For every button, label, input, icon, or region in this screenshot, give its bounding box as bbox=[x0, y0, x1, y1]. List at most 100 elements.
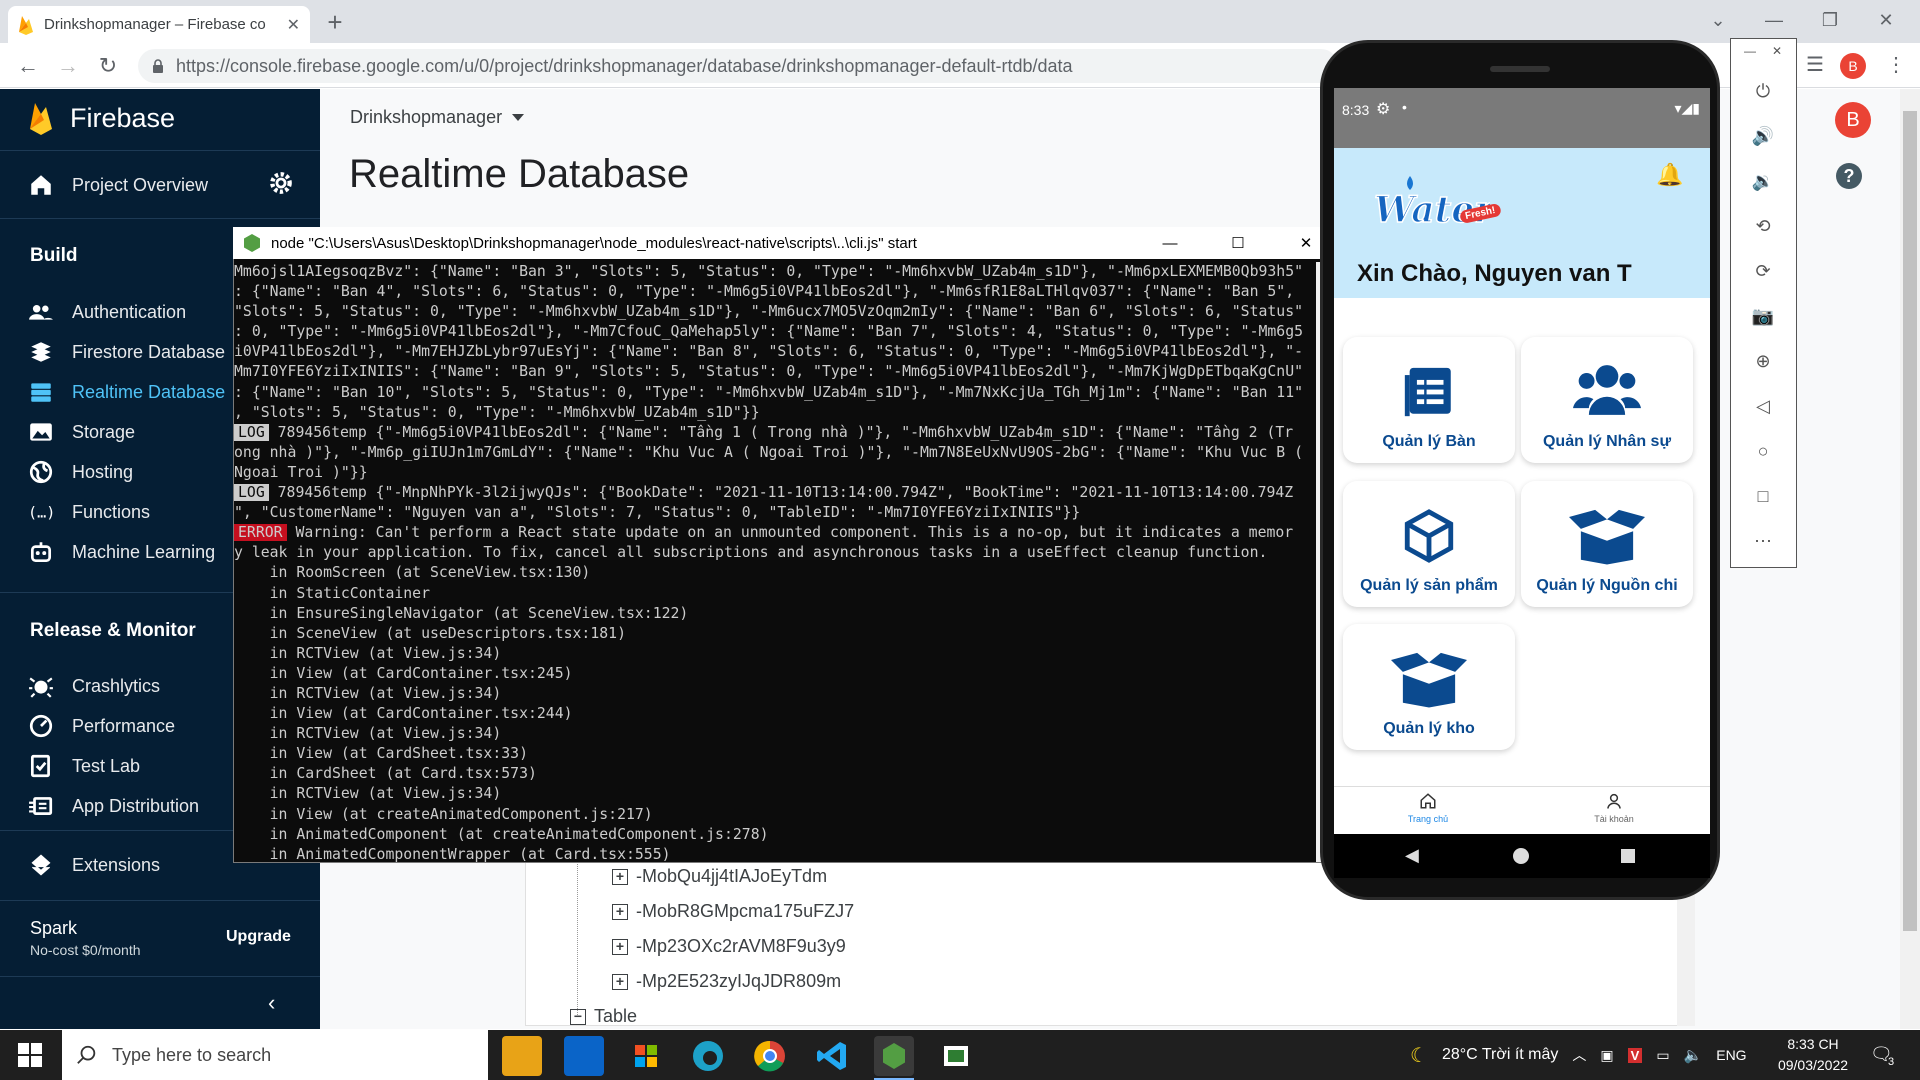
nav-home[interactable]: Trang chủ bbox=[1368, 792, 1488, 824]
sidebar-item-realtime-database[interactable]: Realtime Database bbox=[28, 377, 225, 407]
restore-button[interactable]: ❐ bbox=[1802, 0, 1858, 40]
sidebar-item-firestore[interactable]: Firestore Database bbox=[28, 337, 225, 367]
vscode-icon[interactable] bbox=[812, 1036, 852, 1076]
terminal-maximize-button[interactable]: ☐ bbox=[1209, 234, 1267, 252]
tab-search-icon[interactable]: ⌄ bbox=[1690, 0, 1746, 40]
tree-node[interactable]: + -MobQu4jj4tIAJoEyTdm bbox=[612, 866, 827, 887]
rotate-right-icon[interactable]: ⟳ bbox=[1748, 256, 1778, 286]
terminal-line-text: "Slots": 5, "Status": 0, "Type": "-Mm6hx… bbox=[234, 303, 1304, 321]
account-avatar[interactable]: B bbox=[1835, 102, 1871, 138]
android-back-icon[interactable]: ◀ bbox=[1405, 845, 1419, 866]
settings-gear-icon[interactable] bbox=[268, 170, 298, 200]
emulator-close-icon[interactable]: ✕ bbox=[1772, 44, 1782, 58]
card-manage-products[interactable]: Quản lý sản phẩm bbox=[1343, 481, 1515, 607]
sidebar-item-label: Realtime Database bbox=[72, 381, 226, 402]
store-icon[interactable] bbox=[626, 1036, 666, 1076]
sidebar-item-hosting[interactable]: Hosting bbox=[28, 457, 133, 487]
expand-icon[interactable]: + bbox=[612, 973, 628, 990]
terminal-line-text: ong nhà )"}, "-Mm6p_giIUJn1m7GmLdY": {"N… bbox=[234, 443, 1304, 461]
camera-icon[interactable]: 📷 bbox=[1748, 301, 1778, 331]
profile-avatar[interactable]: B bbox=[1840, 53, 1866, 79]
terminal-titlebar[interactable]: node "C:\Users\Asus\Desktop\Drinkshopman… bbox=[233, 227, 1335, 259]
battery-icon[interactable]: ▭ bbox=[1656, 1047, 1669, 1064]
reading-list-icon[interactable]: ☰ bbox=[1800, 50, 1830, 80]
tree-node[interactable]: + -Mp23OXc2rAVM8F9u3y9 bbox=[612, 936, 846, 957]
more-icon[interactable]: ⋯ bbox=[1748, 526, 1778, 556]
sidebar-item-storage[interactable]: Storage bbox=[28, 417, 135, 447]
expand-icon[interactable]: + bbox=[612, 868, 628, 885]
firebase-brand[interactable]: Firebase bbox=[28, 101, 175, 135]
expand-icon[interactable]: + bbox=[612, 938, 628, 955]
windows-start-icon[interactable] bbox=[18, 1043, 42, 1067]
back-button[interactable]: ← bbox=[12, 50, 44, 82]
mail-icon[interactable] bbox=[564, 1036, 604, 1076]
terminal-line-text: : {"Name": "Ban 10", "Slots": 5, "Status… bbox=[234, 383, 1304, 401]
card-manage-expenses[interactable]: Quản lý Nguồn chi bbox=[1521, 481, 1693, 607]
tray-chevron-icon[interactable]: ︿ bbox=[1572, 1045, 1586, 1065]
weather-text[interactable]: 28°C Trời ít mây bbox=[1442, 1046, 1558, 1064]
back-triangle-icon[interactable]: ◁ bbox=[1748, 391, 1778, 421]
overview-square-icon[interactable]: □ bbox=[1748, 481, 1778, 511]
sidebar-item-test-lab[interactable]: Test Lab bbox=[28, 751, 140, 781]
terminal-line: in AnimatedComponent (at createAnimatedC… bbox=[234, 825, 1316, 845]
project-selector[interactable]: Drinkshopmanager bbox=[350, 107, 525, 128]
reload-button[interactable]: ↻ bbox=[92, 50, 124, 82]
close-window-button[interactable]: ✕ bbox=[1858, 0, 1914, 40]
chrome-icon[interactable] bbox=[750, 1036, 790, 1076]
help-icon[interactable]: ? bbox=[1836, 163, 1862, 189]
sidebar-item-extensions[interactable]: Extensions bbox=[28, 850, 160, 880]
sidebar-item-crashlytics[interactable]: Crashlytics bbox=[28, 671, 160, 701]
meet-icon[interactable]: ▣ bbox=[1600, 1047, 1613, 1064]
sidebar-item-machine-learning[interactable]: Machine Learning bbox=[28, 537, 215, 567]
android-home-icon[interactable] bbox=[1513, 848, 1529, 864]
address-bar[interactable]: https://console.firebase.google.com/u/0/… bbox=[138, 49, 1338, 83]
home-circle-icon[interactable]: ○ bbox=[1748, 436, 1778, 466]
taskbar-search[interactable]: Type here to search bbox=[62, 1030, 488, 1080]
terminal-line: y leak in your application. To fix, canc… bbox=[234, 543, 1316, 563]
sidebar-item-app-distribution[interactable]: App Distribution bbox=[28, 791, 199, 821]
bell-icon[interactable]: 🔔 bbox=[1656, 162, 1683, 188]
collapse-icon[interactable]: − bbox=[570, 1008, 586, 1025]
terminal-output[interactable]: Mm6ojsl1AIegsoqzBvz": {"Name": "Ban 3", … bbox=[234, 262, 1316, 862]
tree-node-table[interactable]: − Table bbox=[570, 1006, 637, 1027]
volume-up-icon[interactable]: 🔊 bbox=[1748, 121, 1778, 151]
card-manage-tables[interactable]: Quản lý Bàn bbox=[1343, 337, 1515, 463]
tree-node[interactable]: + -Mp2E523zyIJqJDR809m bbox=[612, 971, 841, 992]
new-tab-button[interactable]: + bbox=[318, 8, 352, 38]
rotate-left-icon[interactable]: ⟲ bbox=[1748, 211, 1778, 241]
sidebar-item-performance[interactable]: Performance bbox=[28, 711, 175, 741]
emulator-taskbar-icon[interactable] bbox=[936, 1036, 976, 1076]
zoom-icon[interactable]: ⊕ bbox=[1748, 346, 1778, 376]
notification-count: 3 bbox=[1888, 1056, 1895, 1068]
file-explorer-icon[interactable] bbox=[502, 1036, 542, 1076]
sidebar-item-functions[interactable]: (…) Functions bbox=[28, 497, 150, 527]
upgrade-button[interactable]: Upgrade bbox=[226, 928, 291, 946]
sidebar-item-authentication[interactable]: Authentication bbox=[28, 297, 186, 327]
volume-down-icon[interactable]: 🔉 bbox=[1748, 166, 1778, 196]
edge-icon[interactable] bbox=[688, 1036, 728, 1076]
card-label: Quản lý sản phẩm bbox=[1360, 577, 1498, 594]
taskbar-clock[interactable]: 8:33 CH 09/03/2022 bbox=[1768, 1034, 1858, 1076]
sidebar-item-label: Firestore Database bbox=[72, 341, 226, 362]
nav-account[interactable]: Tài khoản bbox=[1554, 792, 1674, 824]
browser-menu-icon[interactable]: ⋮ bbox=[1884, 50, 1908, 80]
browser-tab[interactable]: Drinkshopmanager – Firebase co ✕ bbox=[8, 6, 310, 43]
card-manage-warehouse[interactable]: Quản lý kho bbox=[1343, 624, 1515, 750]
expand-icon[interactable]: + bbox=[612, 903, 628, 920]
terminal-minimize-button[interactable]: — bbox=[1141, 235, 1199, 252]
page-scrollbar[interactable] bbox=[1900, 89, 1920, 1029]
forward-button[interactable]: → bbox=[52, 50, 84, 82]
antivirus-icon[interactable]: V bbox=[1627, 1047, 1643, 1063]
emulator-minimize-icon[interactable]: — bbox=[1744, 44, 1756, 58]
power-icon[interactable]: ⏻ bbox=[1748, 76, 1778, 106]
minimize-button[interactable]: — bbox=[1746, 0, 1802, 40]
tab-close-icon[interactable]: ✕ bbox=[287, 15, 300, 35]
sidebar-project-overview[interactable]: Project Overview bbox=[28, 170, 208, 200]
language-indicator[interactable]: ENG bbox=[1716, 1047, 1746, 1063]
android-recents-icon[interactable] bbox=[1621, 849, 1635, 863]
collapse-sidebar-icon[interactable]: ‹ bbox=[268, 990, 275, 1016]
node-taskbar-icon[interactable] bbox=[874, 1036, 914, 1076]
tree-node[interactable]: + -MobR8GMpcma175uFZJ7 bbox=[612, 901, 854, 922]
card-manage-staff[interactable]: Quản lý Nhân sự bbox=[1521, 337, 1693, 463]
volume-icon[interactable]: 🔈 bbox=[1684, 1046, 1703, 1064]
